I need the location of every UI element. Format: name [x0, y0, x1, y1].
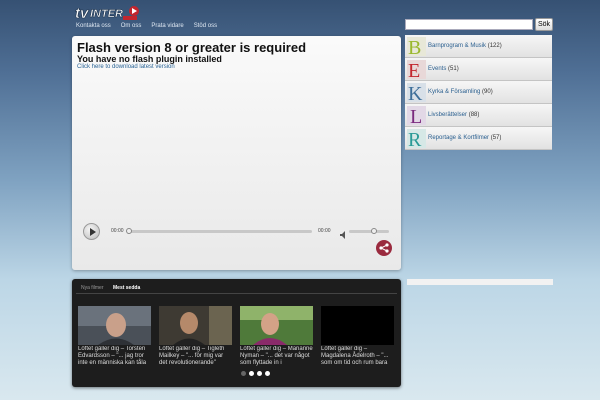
- category-name: Livsberättelser: [428, 112, 468, 118]
- category-name: Barnprogram & Musik: [428, 43, 487, 49]
- category-list: B Barnprogram & Musik (122) E Events (51…: [405, 35, 552, 150]
- category-count: (122): [487, 43, 502, 49]
- play-button[interactable]: [83, 223, 100, 240]
- tab-most-viewed[interactable]: Mest sedda: [113, 285, 140, 291]
- svg-text:L: L: [410, 106, 422, 125]
- category-church[interactable]: K Kyrka & Församling (90): [405, 81, 552, 104]
- video-thumbnail-4[interactable]: [321, 306, 394, 345]
- nav-talk[interactable]: Prata vidare: [151, 23, 183, 29]
- category-name: Kyrka & Församling: [428, 89, 481, 95]
- video-thumbnail-3[interactable]: [240, 306, 313, 345]
- nav-contact[interactable]: Kontakta oss: [76, 23, 111, 29]
- category-thumbnail: E: [407, 60, 426, 79]
- tvinter-logo[interactable]: tv INTER: [74, 3, 154, 23]
- flash-required-heading: Flash version 8 or greater is required: [77, 40, 307, 55]
- search-button[interactable]: Sök: [535, 18, 553, 31]
- category-thumbnail: K: [407, 83, 426, 102]
- category-name: Reportage & Kortfilmer: [428, 135, 490, 141]
- category-reports[interactable]: R Reportage & Kortfilmer (57): [405, 127, 552, 150]
- carousel-dot[interactable]: [265, 371, 270, 376]
- video-title-3[interactable]: Löftet gäller dig – Marianne Nyman – "..…: [240, 346, 314, 367]
- svg-text:tv: tv: [75, 5, 90, 22]
- svg-text:K: K: [408, 83, 423, 102]
- svg-text:B: B: [408, 37, 421, 56]
- video-player-panel: Flash version 8 or greater is required Y…: [72, 36, 401, 270]
- category-children-music[interactable]: B Barnprogram & Musik (122): [405, 35, 552, 58]
- tab-new-films[interactable]: Nya filmer: [81, 285, 104, 291]
- category-thumbnail: L: [407, 106, 426, 125]
- svg-text:R: R: [408, 129, 422, 148]
- video-title-4[interactable]: Löftet gäller dig – Magdalena Ådelroth –…: [321, 346, 395, 367]
- download-flash-link[interactable]: Click here to download latest version: [77, 64, 175, 70]
- volume-icon[interactable]: [340, 226, 346, 239]
- seek-handle[interactable]: [126, 228, 132, 234]
- category-count: (90): [482, 89, 493, 95]
- volume-handle[interactable]: [371, 228, 377, 234]
- svg-text:INTER: INTER: [90, 8, 123, 20]
- sidebar-strip: [407, 279, 553, 285]
- flash-missing-text: You have no flash plugin installed: [77, 54, 222, 64]
- search-input[interactable]: [405, 19, 533, 30]
- video-thumbnail-1[interactable]: [78, 306, 151, 345]
- carousel-pagination: [241, 371, 270, 376]
- carousel-dot[interactable]: [257, 371, 262, 376]
- volume-slider[interactable]: [349, 230, 389, 233]
- category-events[interactable]: E Events (51): [405, 58, 552, 81]
- svg-text:E: E: [408, 60, 420, 79]
- tab-divider: [76, 293, 397, 294]
- time-total: 00:00: [318, 228, 331, 234]
- category-count: (51): [448, 66, 459, 72]
- top-nav: Kontakta oss Om oss Prata vidare Stöd os…: [76, 23, 217, 29]
- nav-support[interactable]: Stöd oss: [194, 23, 217, 29]
- share-button[interactable]: [376, 240, 392, 256]
- category-thumbnail: R: [407, 129, 426, 148]
- category-count: (57): [490, 135, 502, 141]
- seek-bar[interactable]: [127, 230, 312, 233]
- time-current: 00:00: [111, 228, 124, 234]
- nav-about[interactable]: Om oss: [121, 23, 142, 29]
- category-thumbnail: B: [407, 37, 426, 56]
- category-name: Events: [428, 66, 447, 72]
- video-title-2[interactable]: Löftet gäller dig – Tigleth Mailkey – ".…: [159, 346, 233, 367]
- video-carousel: Nya filmer Mest sedda Löftet gäller dig …: [72, 279, 401, 387]
- category-life-stories[interactable]: L Livsberättelser (88): [405, 104, 552, 127]
- carousel-dot[interactable]: [241, 371, 246, 376]
- share-icon: [379, 243, 389, 253]
- video-title-1[interactable]: Löftet gäller dig – Torsten Edvardsson –…: [78, 346, 152, 367]
- carousel-dot[interactable]: [249, 371, 254, 376]
- category-count: (88): [468, 112, 480, 118]
- video-thumbnail-2[interactable]: [159, 306, 232, 345]
